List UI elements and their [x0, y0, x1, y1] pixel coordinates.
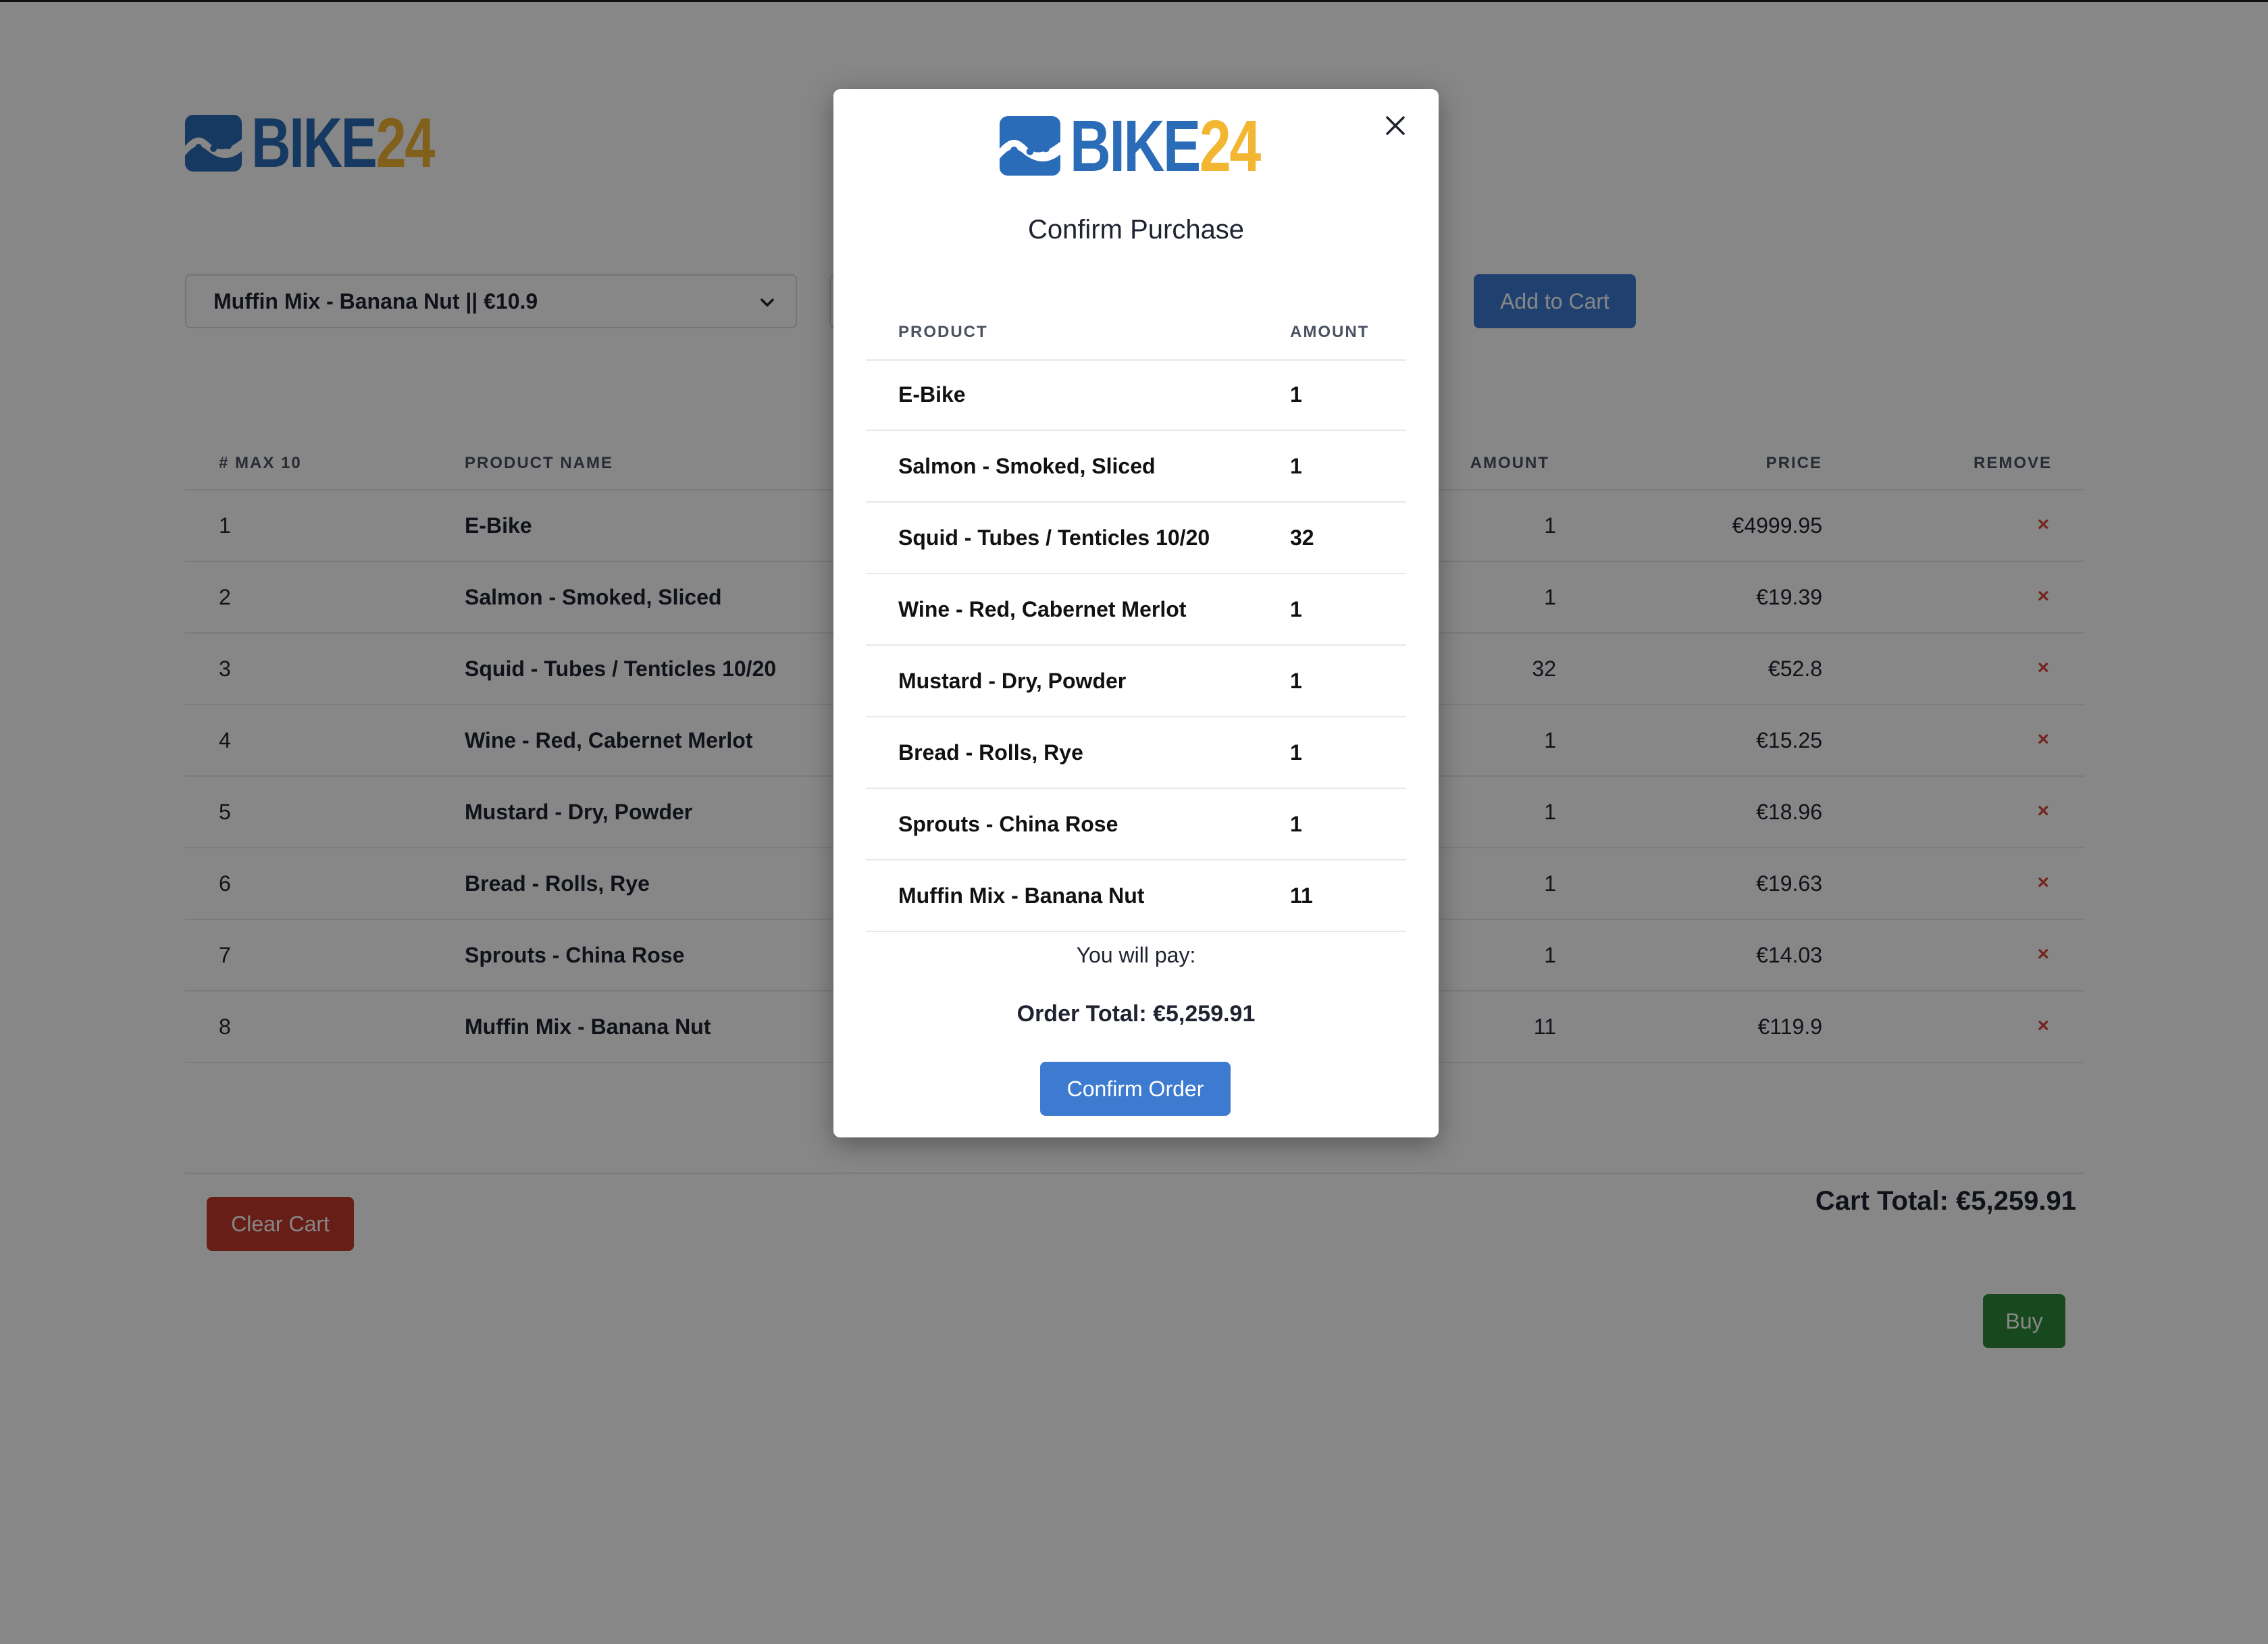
modal-row-amount: 1 — [1290, 812, 1302, 836]
modal-table-row: Sprouts - China Rose 1 — [866, 789, 1406, 860]
modal-row-product: Salmon - Smoked, Sliced — [898, 454, 1156, 478]
confirm-purchase-modal: BIKE24 Confirm Purchase PRODUCT AMOUNT E… — [833, 89, 1439, 1137]
modal-row-product: Muffin Mix - Banana Nut — [898, 883, 1145, 908]
modal-row-amount: 11 — [1290, 883, 1313, 908]
modal-bike24-logo: BIKE24 — [1000, 109, 1313, 182]
modal-row-product: Squid - Tubes / Tenticles 10/20 — [898, 525, 1210, 550]
modal-logo-wordmark: BIKE24 — [1070, 105, 1261, 186]
header-amount: AMOUNT — [1290, 323, 1370, 341]
modal-table-row: Mustard - Dry, Powder 1 — [866, 646, 1406, 717]
modal-rows: E-Bike 1 Salmon - Smoked, Sliced 1 Squid - T… — [866, 359, 1406, 932]
confirm-order-button[interactable]: Confirm Order — [1040, 1062, 1231, 1116]
modal-table-row: Muffin Mix - Banana Nut 11 — [866, 860, 1406, 932]
modal-table-row: Squid - Tubes / Tenticles 10/20 32 — [866, 503, 1406, 574]
modal-title: Confirm Purchase — [1027, 215, 1245, 245]
modal-row-amount: 1 — [1290, 597, 1302, 621]
modal-table-row: Salmon - Smoked, Sliced 1 — [866, 431, 1406, 503]
pay-label: You will pay: — [1076, 943, 1196, 967]
modal-row-amount: 1 — [1290, 454, 1302, 478]
modal-row-amount: 1 — [1290, 382, 1302, 407]
close-icon[interactable] — [1376, 107, 1414, 145]
modal-row-product: E-Bike — [898, 382, 966, 407]
modal-row-amount: 1 — [1290, 740, 1302, 765]
modal-table-header: PRODUCT AMOUNT — [866, 292, 1406, 361]
modal-row-amount: 1 — [1290, 669, 1302, 693]
order-total: Order Total: €5,259.91 — [1016, 1001, 1256, 1027]
modal-row-product: Sprouts - China Rose — [898, 812, 1118, 836]
modal-order-table: PRODUCT AMOUNT E-Bike 1 Salmon - Smoked, S… — [866, 323, 1406, 932]
modal-table-row: Wine - Red, Cabernet Merlot 1 — [866, 574, 1406, 646]
modal-row-product: Bread - Rolls, Rye — [898, 740, 1083, 765]
modal-row-product: Mustard - Dry, Powder — [898, 669, 1127, 693]
bike-chain-icon — [1000, 116, 1060, 176]
header-product: PRODUCT — [898, 323, 988, 341]
modal-row-amount: 32 — [1290, 525, 1314, 550]
modal-row-product: Wine - Red, Cabernet Merlot — [898, 597, 1187, 621]
modal-table-row: Bread - Rolls, Rye 1 — [866, 717, 1406, 789]
modal-table-row: E-Bike 1 — [866, 359, 1406, 431]
